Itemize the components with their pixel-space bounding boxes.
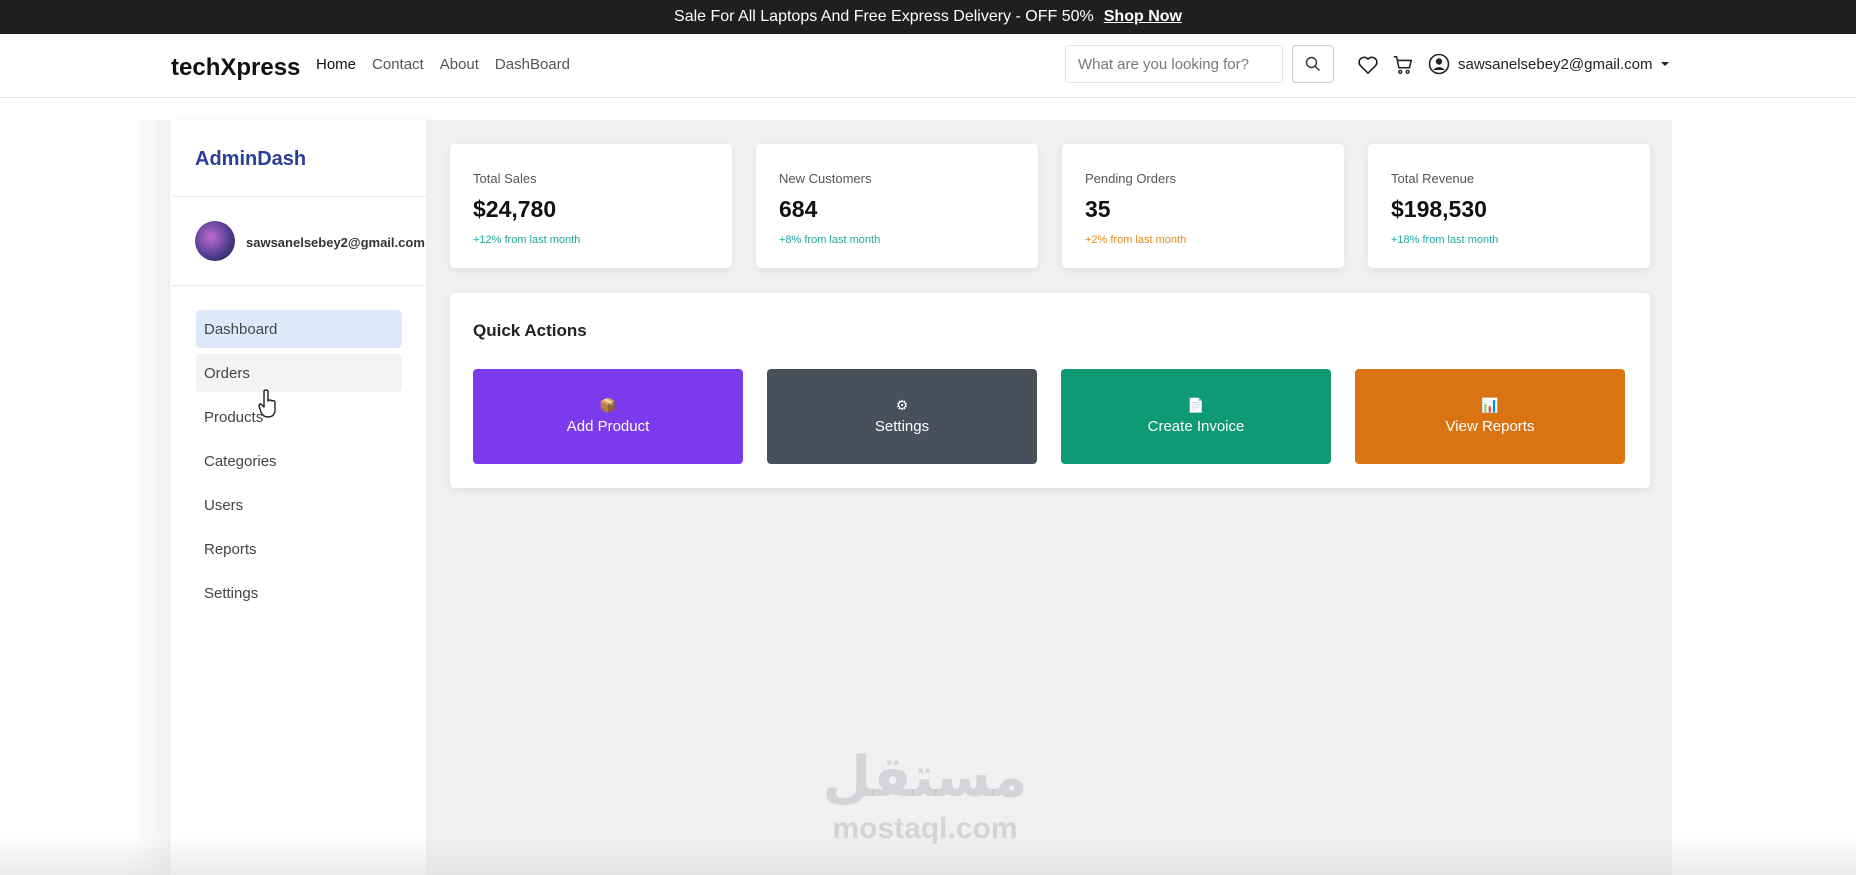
watermark: مستقل mostaql.com	[810, 750, 1040, 846]
stat-change: +2% from last month	[1085, 234, 1187, 246]
sidebar-item-products[interactable]: Products	[196, 398, 402, 436]
heart-icon	[1358, 56, 1378, 74]
user-email: sawsanelsebey2@gmail.com	[1458, 55, 1653, 73]
sidebar-item-dashboard[interactable]: Dashboard	[196, 310, 402, 348]
promo-text: Sale For All Laptops And Free Express De…	[674, 8, 1094, 25]
sidebar-item-users[interactable]: Users	[196, 486, 402, 524]
stat-label: Total Revenue	[1391, 171, 1475, 186]
user-icon	[1428, 53, 1450, 75]
dashboard-main: Total Sales $24,780 +12% from last month…	[426, 120, 1672, 875]
stat-label: New Customers	[779, 171, 872, 186]
sidebar-item-orders[interactable]: Orders	[196, 354, 402, 392]
brand-logo[interactable]: techXpress	[171, 54, 300, 82]
avatar	[195, 221, 235, 261]
cart-icon	[1393, 55, 1413, 75]
stat-value: 684	[779, 196, 818, 222]
view-reports-label: View Reports	[1445, 418, 1535, 435]
user-menu[interactable]: sawsanelsebey2@gmail.com	[1428, 53, 1670, 75]
watermark-arabic: مستقل	[822, 745, 1028, 810]
stat-change: +8% from last month	[779, 234, 881, 246]
document-icon: 📄	[1187, 397, 1205, 413]
hand-cursor-icon	[258, 389, 276, 418]
settings-label: Settings	[874, 418, 930, 435]
sidebar-item-settings[interactable]: Settings	[196, 574, 402, 612]
stat-label: Pending Orders	[1085, 171, 1177, 186]
chart-icon: 📊	[1481, 397, 1499, 413]
search-icon	[1305, 56, 1320, 71]
stat-card-pending-orders: Pending Orders 35 +2% from last month	[1062, 144, 1344, 268]
sidebar-title: AdminDash	[195, 148, 307, 170]
page-gutter	[130, 120, 170, 875]
create-invoice-button[interactable]: 📄 Create Invoice	[1061, 369, 1331, 464]
promo-bar: Sale For All Laptops And Free Express De…	[0, 0, 1856, 34]
settings-button[interactable]: ⚙ Settings	[767, 369, 1037, 464]
nav-dashboard[interactable]: DashBoard	[495, 56, 570, 73]
nav-home[interactable]: Home	[316, 56, 356, 73]
stat-change: +18% from last month	[1391, 234, 1499, 246]
shop-now-link[interactable]: Shop Now	[1104, 8, 1182, 26]
stat-card-total-revenue: Total Revenue $198,530 +18% from last mo…	[1368, 144, 1650, 268]
box-icon: 📦	[599, 397, 617, 413]
add-product-label: Add Product	[566, 418, 650, 435]
caret-down-icon	[1661, 62, 1670, 66]
stat-value: $24,780	[473, 196, 557, 222]
nav-contact[interactable]: Contact	[372, 56, 424, 73]
quick-actions-panel: Quick Actions 📦 Add Product ⚙ Settings 📄…	[450, 293, 1650, 488]
stat-card-total-sales: Total Sales $24,780 +12% from last month	[450, 144, 732, 268]
cart-button[interactable]	[1391, 53, 1415, 77]
sidebar-email: sawsanelsebey2@gmail.com	[246, 235, 425, 250]
sidebar-item-reports[interactable]: Reports	[196, 530, 402, 568]
search-button[interactable]	[1292, 45, 1334, 83]
sidebar-item-categories[interactable]: Categories	[196, 442, 402, 480]
quick-actions-title: Quick Actions	[473, 321, 587, 340]
navbar: techXpress Home Contact About DashBoard …	[0, 34, 1856, 98]
nav-links: Home Contact About DashBoard	[316, 56, 570, 73]
stat-value: $198,530	[1391, 196, 1487, 222]
gear-icon: ⚙	[895, 397, 909, 413]
view-reports-button[interactable]: 📊 View Reports	[1355, 369, 1625, 464]
bottom-fade	[0, 835, 1856, 875]
add-product-button[interactable]: 📦 Add Product	[473, 369, 743, 464]
nav-about[interactable]: About	[440, 56, 479, 73]
sidebar: AdminDash sawsanelsebey2@gmail.com Dashb…	[172, 120, 426, 875]
stat-change: +12% from last month	[473, 234, 581, 246]
search-input[interactable]	[1065, 45, 1283, 83]
divider	[172, 196, 426, 197]
stat-label: Total Sales	[473, 171, 537, 186]
sidebar-menu: Dashboard Orders Products Categories Use…	[196, 310, 402, 618]
stat-value: 35	[1085, 196, 1111, 222]
divider	[172, 285, 426, 286]
create-invoice-label: Create Invoice	[1147, 418, 1245, 435]
stat-card-new-customers: New Customers 684 +8% from last month	[756, 144, 1038, 268]
wishlist-button[interactable]	[1356, 53, 1380, 77]
